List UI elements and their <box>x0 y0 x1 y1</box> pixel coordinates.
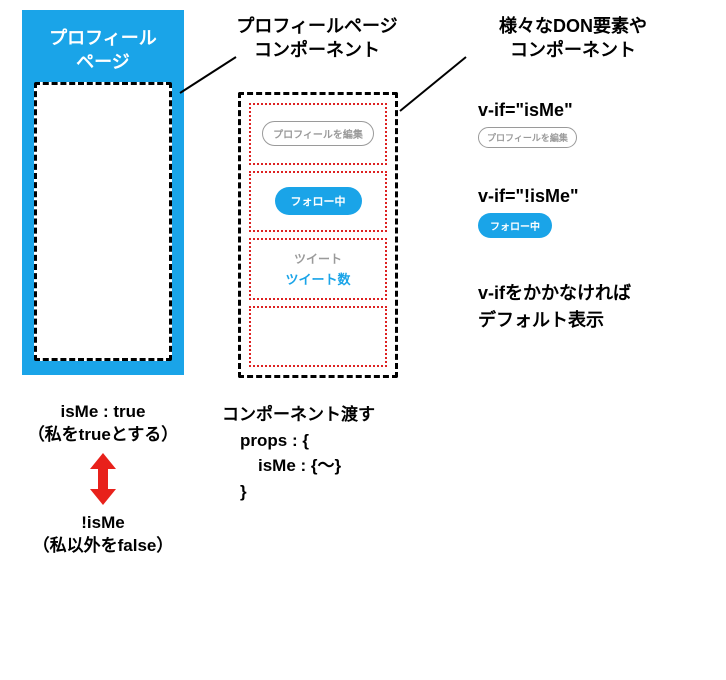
title-line1: プロフィール <box>49 28 157 48</box>
bottom-line1: !isMe <box>81 513 124 532</box>
example-default: v-ifをかかなければ デフォルト表示 <box>478 280 631 334</box>
profile-page-inner-placeholder <box>34 82 172 361</box>
bottom-line2: （私以外をfalse） <box>33 536 174 555</box>
component-cell-tweets: ツイート ツイート数 <box>249 238 387 300</box>
tweet-label: ツイート <box>294 250 342 267</box>
tweet-count: ツイート数 <box>285 269 350 288</box>
ex2-label: v-if="!isMe" <box>478 186 579 207</box>
col1: プロフィール ページ isMe : true （私をtrueとする） !isMe… <box>22 10 184 558</box>
col2-caption: コンポーネント渡す props : { isMe : {〜} } <box>222 402 375 504</box>
col3-title: 様々なDON要素や コンポーネント <box>448 14 698 63</box>
component-cell-edit: プロフィールを編集 <box>249 103 387 165</box>
col3-title-line1: 様々なDON要素や <box>499 16 647 36</box>
component-cell-follow: フォロー中 <box>249 171 387 233</box>
component-cell-empty <box>249 306 387 368</box>
component-outer-box: プロフィールを編集 フォロー中 ツイート ツイート数 <box>238 92 398 378</box>
title-line2: ページ <box>76 52 130 72</box>
following-pill: フォロー中 <box>275 187 362 215</box>
col3-title-line2: コンポーネント <box>510 40 636 60</box>
example-vif-not-isme: v-if="!isMe" フォロー中 <box>478 186 579 238</box>
ex3-line2: デフォルト表示 <box>478 310 604 330</box>
props-line3: isMe : {〜} <box>222 453 375 479</box>
not-isme-caption: !isMe （私以外をfalse） <box>22 512 184 558</box>
isme-true-caption: isMe : true （私をtrueとする） <box>22 401 184 447</box>
double-arrow-icon <box>90 453 116 505</box>
props-line4: } <box>222 479 375 505</box>
col2-title-line2: コンポーネント <box>254 40 380 60</box>
ex2-following-pill: フォロー中 <box>478 213 552 238</box>
col2-title: プロフィールページ コンポーネント <box>212 14 422 63</box>
col2-title-line1: プロフィールページ <box>236 16 397 36</box>
edit-profile-pill: プロフィールを編集 <box>262 121 374 146</box>
double-arrow-wrap <box>22 453 184 510</box>
example-vif-isme: v-if="isMe" プロフィールを編集 <box>478 100 577 148</box>
caption-line2: （私をtrueとする） <box>28 425 179 444</box>
ex1-label: v-if="isMe" <box>478 100 577 121</box>
caption-line1: isMe : true <box>60 402 145 421</box>
profile-page-title: プロフィール ページ <box>22 26 184 75</box>
ex1-edit-profile-pill: プロフィールを編集 <box>478 127 577 148</box>
ex3-line1: v-ifをかかなければ <box>478 283 631 303</box>
props-line2: props : { <box>222 428 375 454</box>
props-line1: コンポーネント渡す <box>222 405 375 424</box>
profile-page-box: プロフィール ページ <box>22 10 184 375</box>
connector-line-2 <box>398 55 468 115</box>
